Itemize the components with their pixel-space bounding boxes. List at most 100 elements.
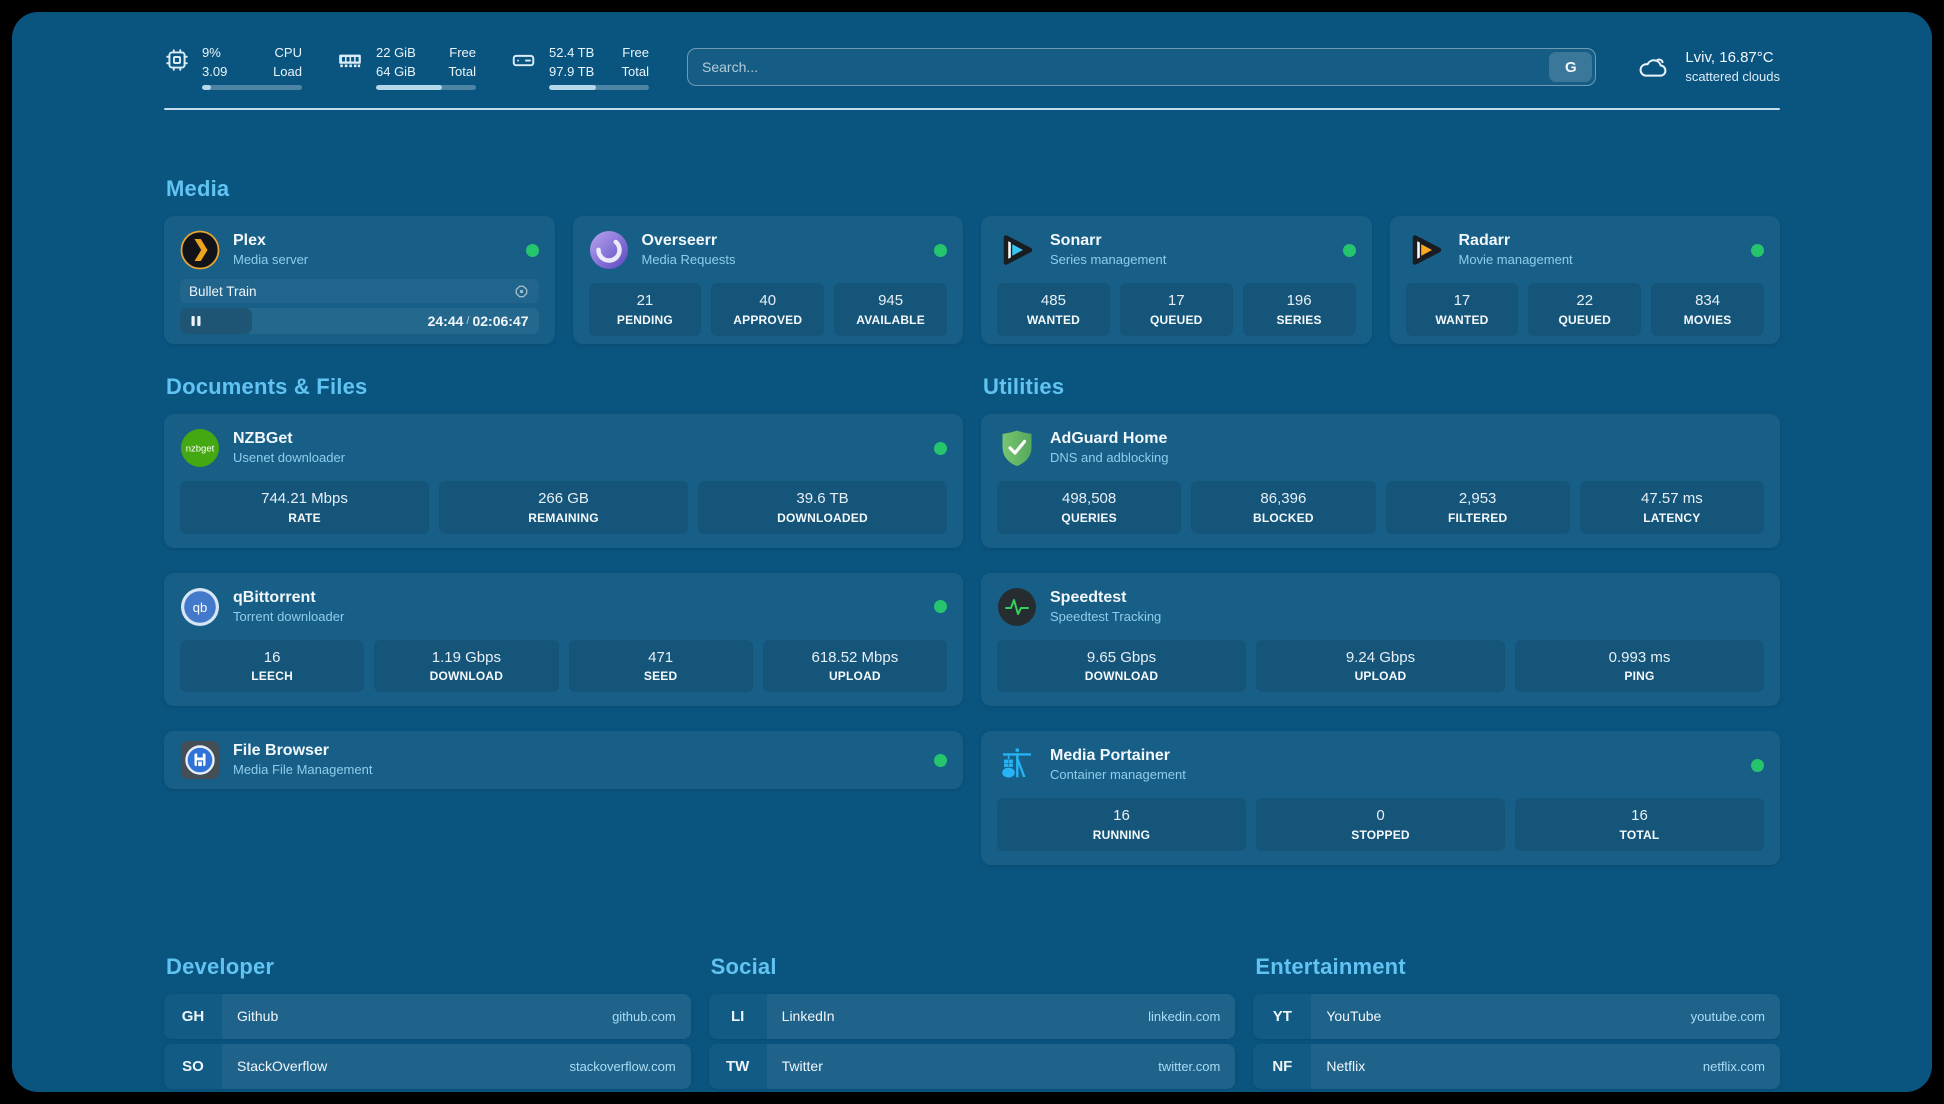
service-card-speedtest[interactable]: Speedtest Speedtest Tracking 9.65 Gbps D… (981, 573, 1780, 707)
stat-label: APPROVED (715, 313, 820, 327)
memory-widget: 22 GiB Free 64 GiB Total (336, 44, 476, 89)
stat-wanted: 485 WANTED (997, 283, 1110, 336)
stat-value: 21 (593, 291, 698, 311)
cpu-progress-track (202, 85, 302, 90)
now-playing-row: Bullet Train (180, 279, 539, 303)
stat-movies: 834 MOVIES (1651, 283, 1764, 336)
bookmark-name: Twitter (782, 1058, 823, 1074)
bookmark-netflix[interactable]: NF Netflix netflix.com (1253, 1044, 1780, 1089)
stat-label: AVAILABLE (838, 313, 943, 327)
nzbget-icon-label: nzbget (186, 444, 215, 455)
stat-label: PING (1519, 669, 1760, 683)
stat-ping: 0.993 ms PING (1515, 640, 1764, 693)
stat-value: 744.21 Mbps (184, 489, 425, 509)
service-name: AdGuard Home (1050, 429, 1169, 450)
stat-label: TOTAL (1519, 828, 1760, 842)
service-desc: DNS and adblocking (1050, 450, 1169, 466)
service-card-sonarr[interactable]: Sonarr Series management 485 WANTED 17 Q… (981, 216, 1372, 344)
stat-value: 485 (1001, 291, 1106, 311)
stat-approved: 40 APPROVED (711, 283, 824, 336)
section-title-utilities: Utilities (983, 374, 1780, 400)
section-utilities: Utilities (981, 374, 1780, 890)
service-desc: Movie management (1459, 252, 1573, 268)
search-input[interactable] (688, 49, 1595, 85)
playback-progress-fill[interactable] (180, 308, 252, 334)
disk-widget: 52.4 TB Free 97.9 TB Total (510, 44, 649, 89)
stat-label: RATE (184, 511, 425, 525)
section-title-entertainment: Entertainment (1255, 954, 1780, 980)
cpu-icon (164, 47, 190, 73)
memory-total-value: 64 GiB (376, 63, 416, 81)
cpu-load-label: Load (273, 63, 302, 81)
service-card-radarr[interactable]: Radarr Movie management 17 WANTED 22 QUE… (1390, 216, 1781, 344)
stat-value: 16 (1519, 806, 1760, 826)
service-name: NZBGet (233, 429, 345, 450)
stat-label: BLOCKED (1195, 511, 1371, 525)
disk-free-label: Free (622, 44, 649, 62)
stat-latency: 47.57 ms LATENCY (1580, 481, 1764, 534)
section-social: Social LI LinkedIn linkedin.com TW Twitt… (709, 954, 1236, 1093)
stat-download: 9.65 Gbps DOWNLOAD (997, 640, 1246, 693)
stat-label: WANTED (1410, 313, 1515, 327)
stat-value: 22 (1532, 291, 1637, 311)
status-dot (934, 244, 947, 257)
bookmark-youtube[interactable]: YT YouTube youtube.com (1253, 994, 1780, 1039)
filebrowser-icon (180, 740, 220, 780)
stat-value: 266 GB (443, 489, 684, 509)
search-provider-button[interactable]: G (1549, 52, 1592, 82)
disk-total-label: Total (622, 63, 649, 81)
time-separator: / (466, 315, 469, 327)
sonarr-icon (997, 230, 1037, 270)
service-card-qbittorrent[interactable]: qb qBittorrent Torrent downloader (164, 573, 963, 707)
service-name: Media Portainer (1050, 746, 1186, 767)
disk-free-value: 52.4 TB (549, 44, 594, 62)
playback-progress-bar: 24:44 / 02:06:47 (180, 308, 539, 334)
stat-label: DOWNLOAD (378, 669, 554, 683)
search-bar: G (687, 48, 1596, 86)
bookmark-linkedin[interactable]: LI LinkedIn linkedin.com (709, 994, 1236, 1039)
service-card-plex[interactable]: Plex Media server Bullet Train (164, 216, 555, 344)
bookmark-twitter[interactable]: TW Twitter twitter.com (709, 1044, 1236, 1089)
section-title-developer: Developer (166, 954, 691, 980)
section-title-media: Media (166, 176, 1780, 202)
bookmark-github[interactable]: GH Github github.com (164, 994, 691, 1039)
status-dot (934, 600, 947, 613)
status-dot (1343, 244, 1356, 257)
stat-value: 86,396 (1195, 489, 1371, 509)
service-card-adguard[interactable]: AdGuard Home DNS and adblocking 498,508 … (981, 414, 1780, 548)
stat-wanted: 17 WANTED (1406, 283, 1519, 336)
service-desc: Media Requests (642, 252, 736, 268)
section-developer: Developer GH Github github.com SO StackO… (164, 954, 691, 1093)
memory-progress-track (376, 85, 476, 90)
bookmark-stackoverflow[interactable]: SO StackOverflow stackoverflow.com (164, 1044, 691, 1089)
stat-pending: 21 PENDING (589, 283, 702, 336)
stat-seed: 471 SEED (569, 640, 753, 693)
stop-session-icon[interactable] (513, 283, 530, 300)
stat-label: LATENCY (1584, 511, 1760, 525)
service-card-filebrowser[interactable]: File Browser Media File Management (164, 731, 963, 789)
stat-rate: 744.21 Mbps RATE (180, 481, 429, 534)
bookmark-url: twitter.com (1158, 1059, 1220, 1074)
service-card-nzbget[interactable]: nzbget NZBGet Usenet downloader 74 (164, 414, 963, 548)
stat-leech: 16 LEECH (180, 640, 364, 693)
stat-series: 196 SERIES (1243, 283, 1356, 336)
stat-stopped: 0 STOPPED (1256, 798, 1505, 851)
stat-label: MOVIES (1655, 313, 1760, 327)
service-card-overseerr[interactable]: Overseerr Media Requests 21 PENDING 40 A… (573, 216, 964, 344)
service-name: Radarr (1459, 231, 1573, 252)
service-name: Speedtest (1050, 588, 1161, 609)
service-desc: Media server (233, 252, 308, 268)
topbar-divider (164, 108, 1780, 110)
bookmark-abbr: SO (164, 1044, 222, 1089)
disk-icon (510, 47, 537, 73)
stat-value: 834 (1655, 291, 1760, 311)
portainer-icon (997, 745, 1037, 785)
stat-label: QUERIES (1001, 511, 1177, 525)
plex-icon (180, 230, 220, 270)
service-desc: Media File Management (233, 762, 372, 778)
stat-label: UPLOAD (1260, 669, 1501, 683)
service-name: File Browser (233, 741, 372, 762)
service-card-portainer[interactable]: Media Portainer Container management 16 … (981, 731, 1780, 865)
weather-condition: scattered clouds (1685, 68, 1780, 86)
dashboard: 9% CPU 3.09 Load (12, 12, 1932, 1092)
